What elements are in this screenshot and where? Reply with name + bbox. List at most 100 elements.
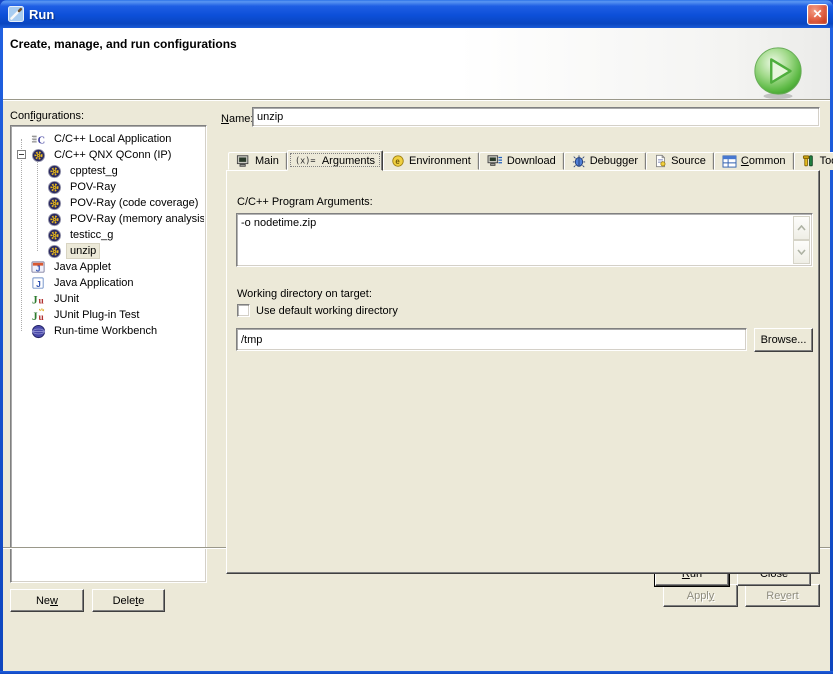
revert-button[interactable]: Revert — [745, 584, 820, 607]
svg-text:(x)=: (x)= — [295, 156, 315, 166]
run-dialog-window: Run ✕ Create, manage, and run configurat… — [0, 0, 833, 674]
banner-title: Create, manage, and run configurations — [10, 37, 237, 51]
chevron-down-icon — [797, 246, 806, 258]
new-button[interactable]: New — [10, 589, 84, 612]
junit-plugin-icon: Ju — [31, 308, 47, 323]
textarea-scrollbar — [793, 216, 810, 264]
java-applet-icon: J — [31, 260, 47, 275]
tree-item-label: JUnit — [51, 292, 82, 306]
banner: Create, manage, and run configurations — [3, 28, 830, 100]
tab-tools[interactable]: Tools — [794, 152, 833, 170]
close-icon: ✕ — [812, 7, 822, 21]
scroll-down-button[interactable] — [793, 240, 810, 264]
tree-item-label: C/C++ Local Application — [51, 132, 174, 146]
source-icon — [654, 154, 667, 168]
new-button-label: New — [36, 595, 58, 607]
close-button[interactable]: ✕ — [807, 4, 828, 25]
svg-text:C: C — [38, 135, 45, 146]
tree-item-c-c-local-application[interactable]: C C/C++ Local Application — [13, 131, 204, 147]
program-arguments-value: -o nodetime.zip — [241, 217, 790, 229]
tab-common[interactable]: Common — [714, 152, 794, 170]
gear-icon — [47, 196, 63, 211]
tab-label: Download — [507, 155, 556, 167]
gear-icon — [31, 148, 47, 163]
tree-item-label: Run-time Workbench — [51, 324, 160, 338]
tab-source[interactable]: Source — [646, 152, 714, 170]
svg-text:J: J — [36, 263, 41, 273]
name-input[interactable] — [252, 107, 820, 127]
tree-item-run-time-workbench[interactable]: Run-time Workbench — [13, 323, 204, 339]
tab-label: Debugger — [590, 155, 638, 167]
tab-label: Arguments — [322, 155, 375, 167]
delete-button-label: Delete — [113, 595, 145, 607]
apply-button-label: Apply — [687, 590, 715, 602]
tree-item-label: cpptest_g — [67, 164, 121, 178]
tab-label: Main — [255, 155, 279, 167]
window-title: Run — [29, 7, 807, 22]
tab-download[interactable]: Download — [479, 152, 564, 170]
use-default-checkbox[interactable] — [237, 304, 250, 317]
working-directory-input[interactable] — [236, 328, 747, 351]
computer-icon — [236, 154, 251, 168]
workbench-icon — [31, 324, 47, 339]
debugger-icon — [572, 154, 586, 168]
configurations-label: Configurations: — [10, 110, 84, 122]
gear-icon — [47, 212, 63, 227]
run-dialog-icon — [8, 6, 24, 22]
c-cpp-local-icon: C — [31, 132, 47, 147]
tree-item-unzip[interactable]: unzip — [13, 243, 204, 259]
tree-item-label: Java Applet — [51, 260, 114, 274]
working-directory-label: Working directory on target: — [237, 288, 372, 300]
environment-icon: e — [391, 154, 405, 168]
tree-item-label: Java Application — [51, 276, 137, 290]
tree-item-pov-ray-code-coverage[interactable]: POV-Ray (code coverage) — [13, 195, 204, 211]
tree-item-pov-ray-memory-analysis[interactable]: POV-Ray (memory analysis) — [13, 211, 204, 227]
name-label: Name: — [221, 113, 253, 125]
tab-label: Tools — [820, 155, 833, 167]
program-arguments-textarea[interactable]: -o nodetime.zip — [236, 213, 813, 267]
arguments-icon: (x)= — [295, 155, 318, 167]
gear-icon — [47, 228, 63, 243]
tree-item-label: C/C++ QNX QConn (IP) — [51, 148, 174, 162]
svg-text:J: J — [32, 311, 38, 323]
apply-button[interactable]: Apply — [663, 584, 738, 607]
svg-text:J: J — [36, 278, 41, 288]
svg-text:u: u — [39, 313, 44, 323]
java-application-icon: J — [31, 276, 47, 291]
tree-item-pov-ray[interactable]: POV-Ray — [13, 179, 204, 195]
titlebar: Run ✕ — [0, 0, 833, 28]
tree-item-java-applet[interactable]: J Java Applet — [13, 259, 204, 275]
tab-strip: Main (x)= Arguments e Environment Download Deb… — [228, 149, 833, 170]
dialog-content: Create, manage, and run configurations — [3, 28, 830, 671]
tools-icon — [802, 154, 816, 168]
tree-item-junit-plug-in-test[interactable]: JuJUnit Plug-in Test — [13, 307, 204, 323]
tab-environment[interactable]: e Environment — [383, 152, 479, 170]
tree-item-testicc-g[interactable]: testicc_g — [13, 227, 204, 243]
gear-icon — [47, 164, 63, 179]
scroll-up-button[interactable] — [793, 216, 810, 240]
program-arguments-label: C/C++ Program Arguments: — [237, 196, 373, 208]
tree-list: C C/C++ Local Application C/C++ QNX QConn … — [13, 128, 204, 580]
tree-item-junit[interactable]: JuJUnit — [13, 291, 204, 307]
tree-item-cpptest-g[interactable]: cpptest_g — [13, 163, 204, 179]
common-icon — [722, 155, 737, 168]
tree-item-label: testicc_g — [67, 228, 116, 242]
tree-item-label: unzip — [67, 244, 99, 258]
collapse-toggle-icon[interactable] — [17, 150, 26, 159]
tree-item-label: POV-Ray (code coverage) — [67, 196, 201, 210]
tree-item-c-c-qnx-qconn-ip[interactable]: C/C++ QNX QConn (IP) — [13, 147, 204, 163]
svg-text:e: e — [395, 157, 400, 166]
revert-button-label: Revert — [766, 590, 798, 602]
delete-button[interactable]: Delete — [92, 589, 165, 612]
gear-icon — [47, 180, 63, 195]
tab-label: Source — [671, 155, 706, 167]
tab-label: Environment — [409, 155, 471, 167]
browse-button[interactable]: Browse... — [754, 328, 813, 352]
use-default-checkbox-label: Use default working directory — [256, 305, 398, 317]
tab-arguments[interactable]: (x)= Arguments — [287, 150, 383, 171]
tree-item-label: POV-Ray — [67, 180, 119, 194]
tab-debugger[interactable]: Debugger — [564, 152, 646, 170]
tab-main[interactable]: Main — [228, 152, 287, 170]
svg-text:u: u — [39, 296, 44, 306]
tree-item-java-application[interactable]: J Java Application — [13, 275, 204, 291]
